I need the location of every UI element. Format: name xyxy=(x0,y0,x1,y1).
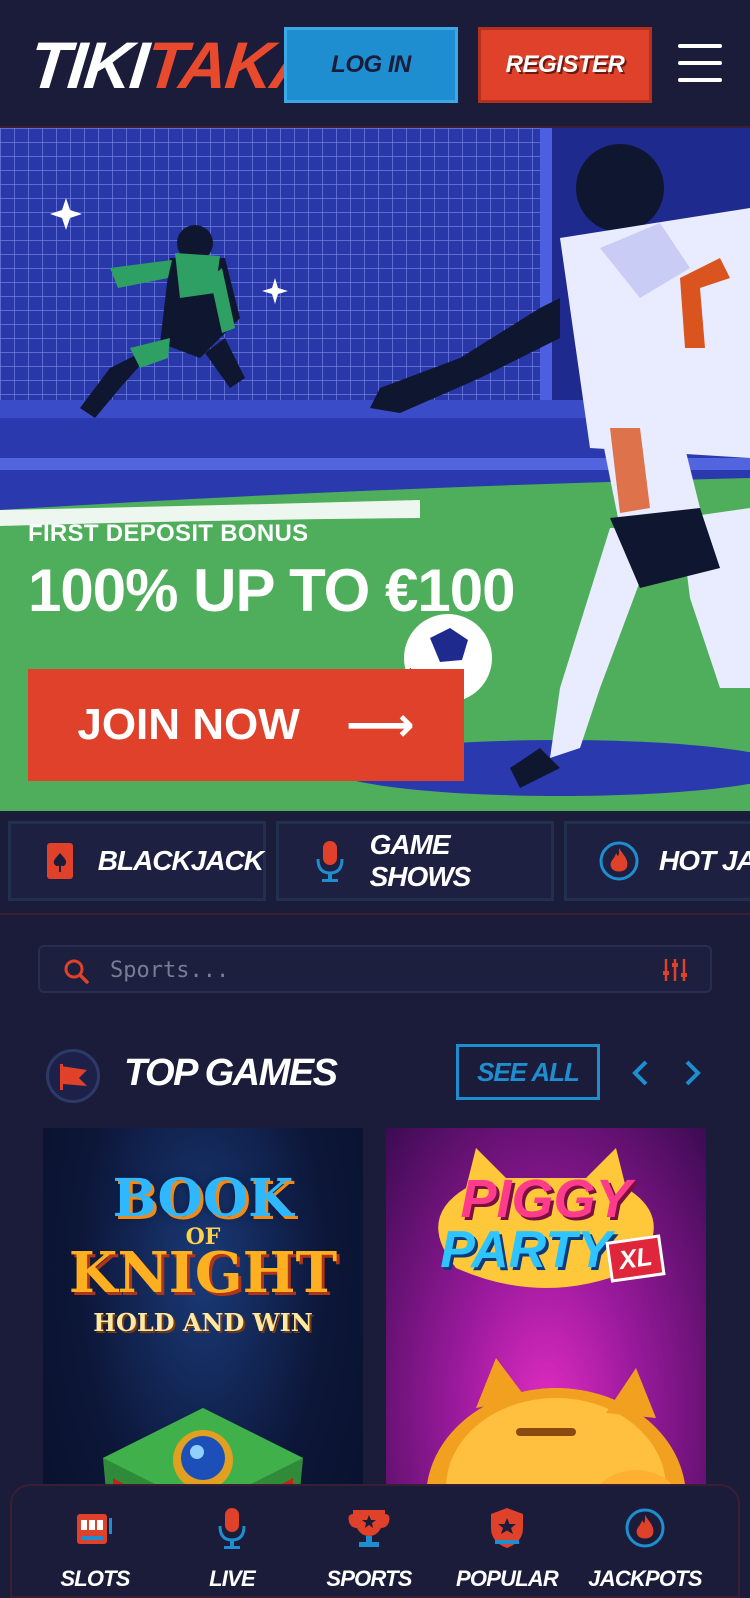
microphone-icon xyxy=(167,1504,297,1552)
search-icon xyxy=(62,957,90,990)
hero-subtitle: FIRST DEPOSIT BONUS xyxy=(28,520,309,547)
xl-badge: XL xyxy=(605,1234,666,1283)
hero-title: 100% UP TO €100 xyxy=(28,557,515,624)
nav-item-popular[interactable]: POPULAR xyxy=(442,1504,572,1592)
category-game-shows[interactable]: GAME SHOWS xyxy=(276,821,554,901)
search-input[interactable] xyxy=(110,953,630,987)
section-title: TOP GAMES xyxy=(124,1052,338,1094)
nav-label: SLOTS xyxy=(60,1566,130,1591)
bottom-navigation: SLOTS LIVE SPORTS POPULAR JACKPOTS xyxy=(10,1484,740,1598)
nav-item-live[interactable]: LIVE xyxy=(167,1504,297,1592)
register-button[interactable]: REGISTER xyxy=(478,27,652,103)
flame-icon xyxy=(597,839,641,883)
arrow-right-icon: ⟶ xyxy=(345,699,415,752)
chevron-right-icon[interactable] xyxy=(678,1058,706,1088)
nav-label: SPORTS xyxy=(326,1566,412,1591)
category-label: HOT JA xyxy=(659,845,750,876)
see-all-button[interactable]: SEE ALL xyxy=(456,1044,600,1100)
nav-item-slots[interactable]: SLOTS xyxy=(30,1504,160,1592)
playing-card-icon xyxy=(41,839,80,883)
nav-item-sports[interactable]: SPORTS xyxy=(304,1504,434,1592)
category-hot-jackpots[interactable]: HOT JA xyxy=(564,821,750,901)
flame-icon xyxy=(580,1504,710,1552)
logo-part-tiki: TIKI xyxy=(26,28,151,102)
microphone-icon xyxy=(309,839,352,883)
chevron-left-icon[interactable] xyxy=(627,1058,655,1088)
slot-machine-icon xyxy=(30,1504,160,1552)
join-now-label: JOIN NOW xyxy=(77,700,300,749)
hamburger-menu-icon[interactable] xyxy=(678,44,722,84)
logo[interactable]: TIKITAKA xyxy=(26,28,321,102)
join-now-button[interactable]: JOIN NOW ⟶ xyxy=(28,669,464,781)
game-title-line: KNIGHT xyxy=(68,1240,338,1306)
nav-label: LIVE xyxy=(209,1566,256,1591)
filter-icon[interactable] xyxy=(662,957,688,988)
game-title-line: BOOK xyxy=(112,1168,294,1229)
category-blackjack[interactable]: BLACKJACK xyxy=(8,821,266,901)
header: TIKITAKA LOG IN REGISTER xyxy=(0,0,750,128)
game-title-line: HOLD AND WIN xyxy=(93,1308,313,1337)
flag-icon xyxy=(46,1049,100,1103)
search-bar[interactable] xyxy=(38,945,712,993)
nav-label: JACKPOTS xyxy=(588,1566,702,1591)
trophy-icon xyxy=(304,1504,434,1552)
nav-item-jackpots[interactable]: JACKPOTS xyxy=(580,1504,710,1592)
nav-label: POPULAR xyxy=(456,1566,559,1591)
category-bar[interactable]: BLACKJACK GAME SHOWS HOT JA xyxy=(0,811,750,915)
star-shield-icon xyxy=(442,1504,572,1552)
category-label: BLACKJACK xyxy=(97,845,264,876)
category-label: GAME SHOWS xyxy=(369,829,472,892)
hero-banner[interactable]: FIRST DEPOSIT BONUS 100% UP TO €100 JOIN… xyxy=(0,128,750,811)
login-button[interactable]: LOG IN xyxy=(284,27,458,103)
